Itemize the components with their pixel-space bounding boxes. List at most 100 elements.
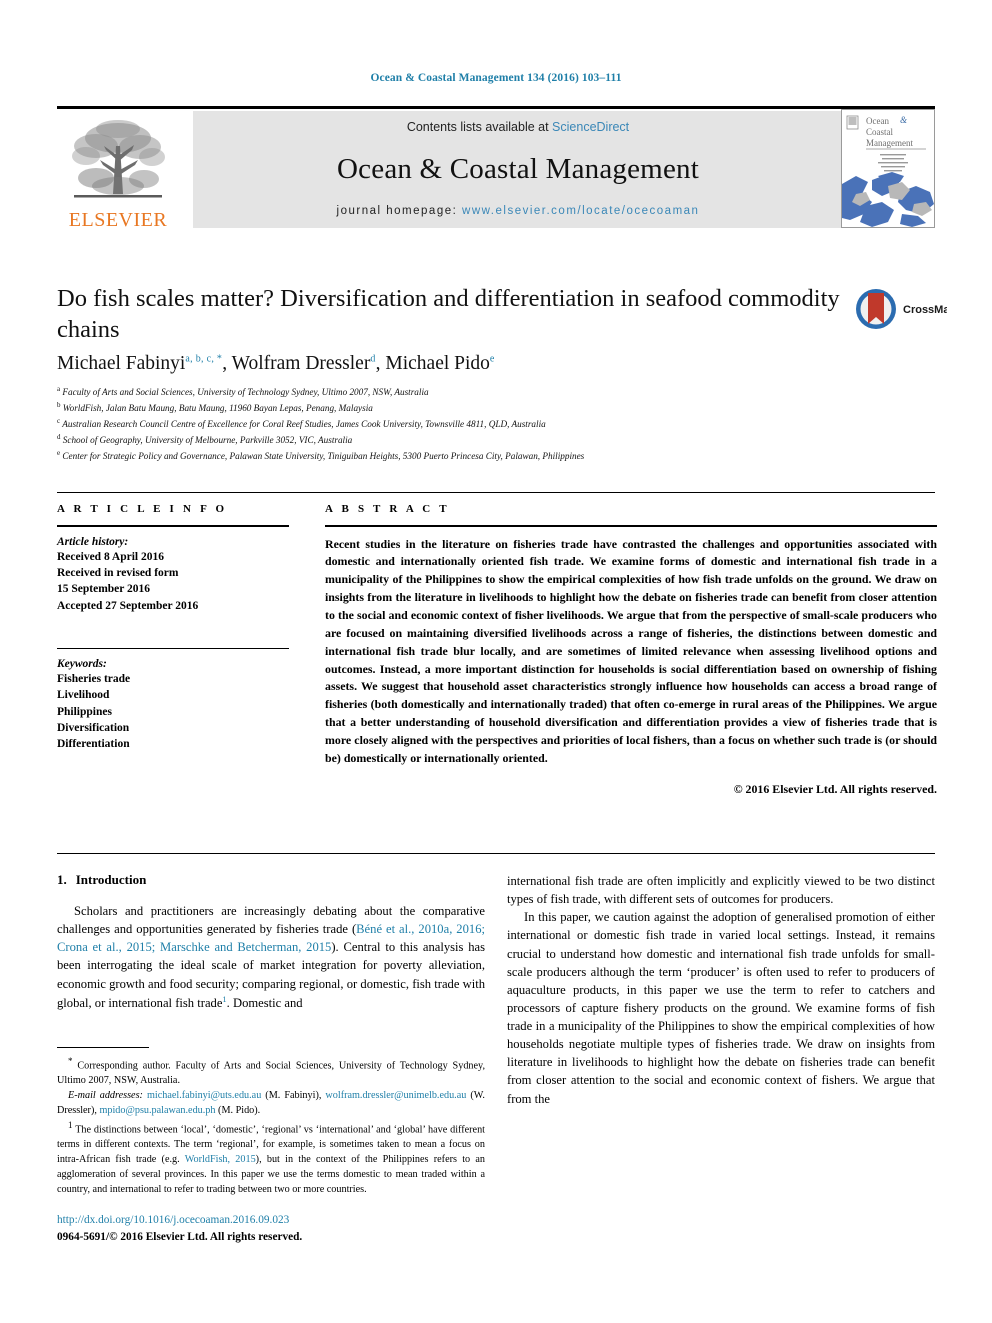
affiliation-list: a Faculty of Arts and Social Sciences, U… [57, 384, 937, 464]
svg-text:Ocean: Ocean [866, 116, 889, 126]
masthead-band: Contents lists available at ScienceDirec… [193, 111, 843, 228]
author-sep-1: , [222, 353, 232, 374]
elsevier-tree-icon [72, 120, 165, 198]
keyword-item: Fisheries trade [57, 673, 131, 686]
abstract-copyright: © 2016 Elsevier Ltd. All rights reserved… [733, 781, 937, 796]
section-title: Introduction [75, 872, 147, 887]
keywords-rule [57, 647, 289, 650]
body-column-right: international fish trade are often impli… [507, 872, 935, 1108]
email-label: E-mail addresses: [68, 1090, 143, 1102]
corresponding-author-text: Corresponding author. Faculty of Arts an… [57, 1060, 486, 1087]
journal-cover-image: Ocean & Coastal Management [842, 110, 934, 227]
keyword-item: Philippines [57, 705, 112, 718]
affiliation-text: Faculty of Arts and Social Sciences, Uni… [62, 387, 429, 398]
abstract-rule [325, 525, 937, 527]
intro-paragraph-3: In this paper, we caution against the ad… [507, 910, 935, 1106]
affiliation-mark: c [57, 416, 61, 425]
author-name-1: Michael Fabinyi [57, 353, 186, 374]
author-list: Michael Fabinyia, b, c, *, Wolfram Dress… [57, 353, 495, 375]
email-link[interactable]: mpido@psu.palawan.edu.ph [99, 1105, 215, 1116]
article-info-rule [57, 525, 289, 527]
article-info-heading: A R T I C L E I N F O [57, 503, 228, 515]
contents-prefix: Contents lists available at [406, 120, 553, 134]
paper-page: Ocean & Coastal Management 134 (2016) 10… [0, 0, 992, 1323]
intro-p1-part-c: . Domestic and [226, 995, 303, 1010]
abstract-heading: A B S T R A C T [325, 503, 450, 515]
email-owner: (M. Pido). [215, 1105, 261, 1117]
elsevier-wordmark: ELSEVIER [68, 209, 168, 231]
affiliation-text: School of Geography, University of Melbo… [62, 434, 353, 445]
page-title: Do fish scales matter? Diversification a… [57, 285, 840, 344]
affiliation-text: WorldFish, Jalan Batu Maung, Batu Maung,… [62, 403, 373, 414]
corresponding-author-mark: * [68, 1056, 73, 1066]
sciencedirect-link[interactable]: ScienceDirect [552, 120, 629, 134]
affiliation-mark: e [57, 448, 61, 457]
affiliation-mark: b [57, 400, 61, 409]
intro-paragraph-2: international fish trade are often impli… [507, 874, 935, 907]
email-link[interactable]: michael.fabinyi@uts.edu.au [147, 1090, 261, 1101]
section-heading-introduction: 1. Introduction [57, 872, 485, 888]
footnote-block: * Corresponding author. Faculty of Arts … [57, 1047, 485, 1198]
section-number: 1. [57, 872, 67, 887]
keywords-label: Keywords: [57, 658, 107, 671]
author-name-2: Wolfram Dressler [231, 353, 371, 374]
affiliation-item: e Center for Strategic Policy and Govern… [57, 448, 937, 464]
email-link[interactable]: wolfram.dressler@unimelb.edu.au [325, 1090, 466, 1101]
issn-copyright-line: 0964-5691/© 2016 Elsevier Ltd. All right… [57, 1230, 303, 1243]
affiliation-item: a Faculty of Arts and Social Sciences, U… [57, 384, 937, 400]
homepage-url-link[interactable]: www.elsevier.com/locate/ocecoaman [462, 205, 699, 217]
affiliation-text: Australian Research Council Centre of Ex… [62, 419, 546, 429]
info-section-top-rule [57, 492, 935, 493]
author-marks-1: a, b, c, * [185, 353, 223, 365]
keyword-item: Livelihood [57, 689, 110, 702]
svg-text:CrossMark: CrossMark [903, 304, 947, 316]
affiliation-item: d School of Geography, University of Mel… [57, 432, 937, 448]
affiliation-text: Center for Strategic Policy and Governan… [62, 450, 585, 461]
footnote-citation-link[interactable]: WorldFish, 2015 [185, 1154, 256, 1165]
homepage-prefix: journal homepage: [336, 205, 463, 217]
intro-paragraph-1: Scholars and practitioners are increasin… [57, 902, 485, 1012]
svg-text:Coastal: Coastal [866, 127, 893, 137]
corresponding-author-note: * Corresponding author. Faculty of Arts … [57, 1055, 485, 1089]
keyword-item: Differentiation [57, 738, 130, 751]
svg-text:&: & [900, 115, 907, 125]
author-name-3: Michael Pido [385, 353, 490, 374]
abstract-column: A B S T R A C T Recent studies in the li… [325, 503, 937, 797]
email-note: E-mail addresses: michael.fabinyi@uts.ed… [57, 1089, 485, 1119]
article-history-line: Received in revised form [57, 566, 179, 579]
author-marks-3: e [489, 353, 495, 365]
article-history-line: Accepted 27 September 2016 [57, 599, 199, 612]
affiliation-item: b WorldFish, Jalan Batu Maung, Batu Maun… [57, 400, 937, 416]
article-info-column: A R T I C L E I N F O Article history: R… [57, 503, 289, 753]
abstract-text: Recent studies in the literature on fish… [325, 536, 937, 765]
body-separator-rule [57, 853, 935, 854]
abstract-body: Recent studies in the literature on fish… [325, 536, 937, 797]
doi-footer: http://dx.doi.org/10.1016/j.ocecoaman.20… [57, 1212, 485, 1246]
doi-link[interactable]: http://dx.doi.org/10.1016/j.ocecoaman.20… [57, 1212, 485, 1229]
crossmark-icon: CrossMark [856, 289, 947, 329]
body-column-left: 1. Introduction Scholars and practitioner… [57, 872, 485, 1012]
journal-masthead: ELSEVIER Contents lists available at Sci… [57, 109, 935, 230]
footnote-1-mark: 1 [68, 1119, 73, 1130]
title-block: Do fish scales matter? Diversification a… [57, 283, 847, 346]
affiliation-mark: a [57, 385, 61, 393]
email-owner: (M. Fabinyi), [261, 1090, 326, 1102]
svg-text:Management: Management [866, 138, 913, 148]
keyword-item: Diversification [57, 722, 130, 735]
affiliation-item: c Australian Research Council Centre of … [57, 416, 937, 432]
contents-list-line: Contents lists available at ScienceDirec… [407, 120, 629, 134]
crossmark-badge[interactable]: CrossMark [855, 286, 947, 332]
journal-title: Ocean & Coastal Management [337, 153, 699, 185]
running-head: Ocean & Coastal Management 134 (2016) 10… [370, 72, 622, 84]
footnote-rule [57, 1047, 149, 1048]
article-history-line: Received 8 April 2016 [57, 550, 164, 563]
author-sep-2: , [375, 353, 386, 374]
affiliation-mark: d [57, 432, 61, 441]
elsevier-logo[interactable]: ELSEVIER [57, 109, 179, 230]
article-history-line: 15 September 2016 [57, 583, 151, 596]
journal-cover-thumbnail[interactable]: Ocean & Coastal Management [841, 109, 935, 228]
journal-homepage-line: journal homepage: www.elsevier.com/locat… [337, 205, 700, 217]
article-history-label: Article history: [57, 535, 129, 548]
footnote-1: 1 The distinctions between ‘local’, ‘dom… [57, 1119, 485, 1198]
